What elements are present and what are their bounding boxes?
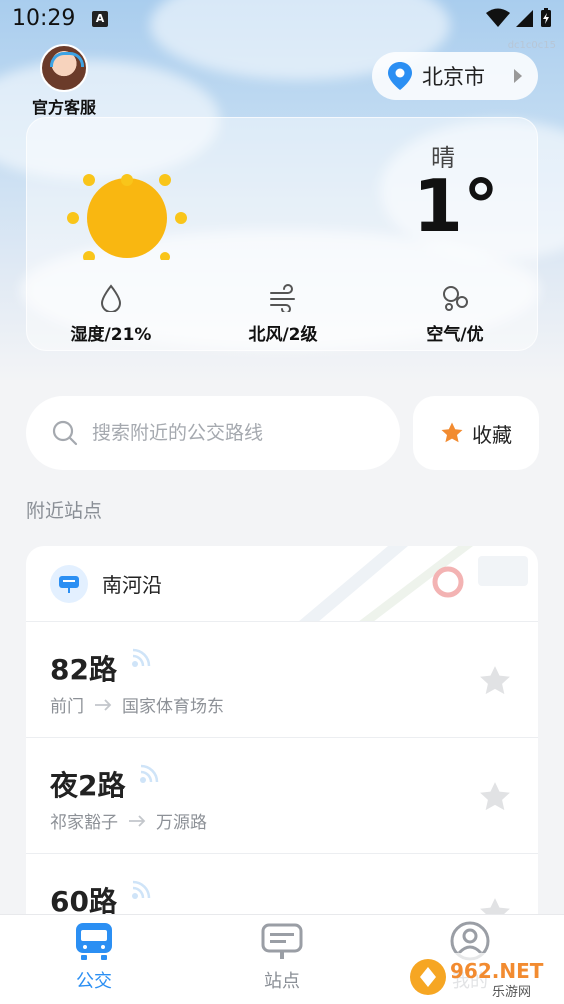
humidity-label: 湿度/21% <box>70 325 152 345</box>
route-destination: 国家体育场东 <box>122 697 224 717</box>
map-illustration <box>299 546 528 621</box>
wind-stat: 北风/2级 <box>213 284 353 345</box>
route-name: 82路 <box>50 648 153 688</box>
temperature: 1° <box>412 164 499 248</box>
notification-icon: A <box>92 11 108 27</box>
svg-text:乐游网: 乐游网 <box>492 985 531 1000</box>
city-selector[interactable]: 北京市 <box>372 52 538 100</box>
humidity-stat: 湿度/21% <box>41 284 181 345</box>
city-name: 北京市 <box>422 65 485 89</box>
route-direction: 祁家豁子 万源路 <box>50 808 207 833</box>
realtime-signal-icon <box>140 764 159 783</box>
sunny-weather-icon <box>67 174 187 260</box>
svg-text:962.NET: 962.NET <box>450 959 544 983</box>
route-row[interactable]: 82路 前门 国家体育场东 <box>26 622 538 738</box>
station-sign-icon <box>261 923 303 959</box>
chevron-right-icon <box>514 69 522 83</box>
air-quality-label: 空气/优 <box>426 325 484 345</box>
favorites-label: 收藏 <box>472 422 512 447</box>
search-bar[interactable] <box>26 396 400 470</box>
route-origin: 祁家豁子 <box>50 813 118 833</box>
favorite-star-icon[interactable] <box>478 780 512 814</box>
air-quality-stat: 空气/优 <box>385 284 525 345</box>
status-bar: 10:29 A <box>0 0 564 36</box>
search-input[interactable] <box>92 422 372 444</box>
customer-service-button[interactable]: 官方客服 <box>24 44 104 118</box>
arrow-right-icon <box>95 698 112 711</box>
tab-bus-label: 公交 <box>76 971 112 992</box>
nearby-section-title: 附近站点 <box>26 500 103 522</box>
tab-bus[interactable]: 公交 <box>34 921 154 993</box>
site-watermark-logo: 962.NET 乐游网 <box>406 953 558 1001</box>
corner-id: dc1c0c15 <box>507 40 556 51</box>
weather-card: 晴 1° 湿度/21% 北风/2级 空气/优 <box>26 117 538 351</box>
signal-icon <box>516 10 533 27</box>
route-name: 夜2路 <box>50 764 161 804</box>
status-time: 10:29 <box>12 6 76 31</box>
station-sign-icon <box>50 564 88 603</box>
battery-icon <box>541 8 551 27</box>
star-icon <box>441 422 463 443</box>
air-quality-icon <box>443 286 468 311</box>
customer-service-label: 官方客服 <box>31 98 96 117</box>
bus-icon <box>76 923 112 960</box>
route-direction: 前门 国家体育场东 <box>50 692 224 717</box>
wifi-icon <box>486 8 510 27</box>
wind-icon <box>270 284 295 314</box>
route-destination: 万源路 <box>156 813 207 833</box>
arrow-right-icon <box>129 814 146 827</box>
favorite-star-icon[interactable] <box>478 664 512 698</box>
tab-stations[interactable]: 站点 <box>222 921 342 993</box>
route-origin: 前门 <box>50 697 84 717</box>
water-drop-icon <box>100 284 122 313</box>
nearby-stations-card: 南河沿 82路 前门 国家体育场东 夜2路 祁家豁子 万源路 60路 <box>26 546 538 926</box>
wind-label: 北风/2级 <box>248 325 318 345</box>
route-row[interactable]: 夜2路 祁家豁子 万源路 <box>26 738 538 854</box>
location-pin-icon <box>388 62 412 90</box>
station-name: 南河沿 <box>102 573 162 597</box>
realtime-signal-icon <box>131 648 150 667</box>
realtime-signal-icon <box>131 880 150 899</box>
tab-stations-label: 站点 <box>264 971 300 992</box>
search-icon <box>52 420 78 446</box>
customer-service-avatar <box>40 44 88 92</box>
favorites-button[interactable]: 收藏 <box>413 396 539 470</box>
station-header[interactable]: 南河沿 <box>26 546 538 622</box>
